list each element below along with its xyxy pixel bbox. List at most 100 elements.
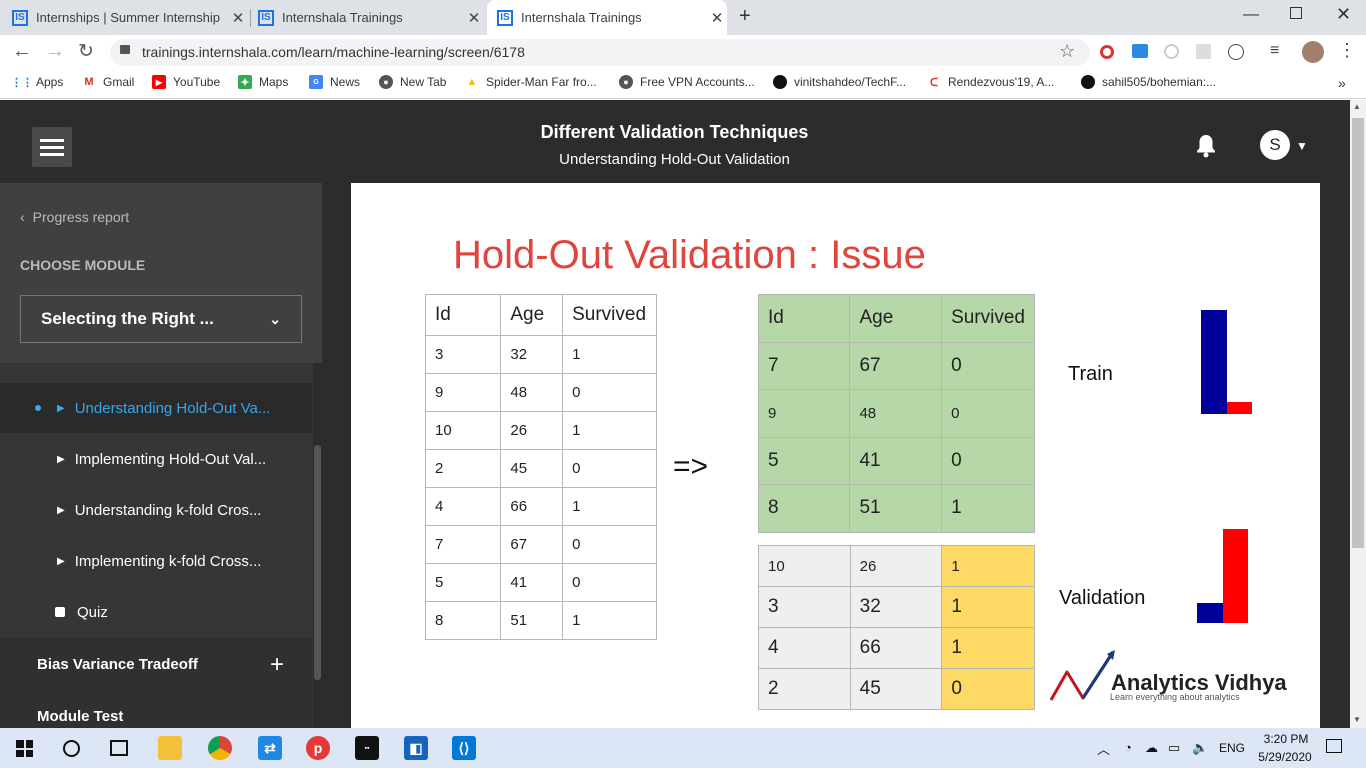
module-bias-variance[interactable]: Bias Variance Tradeoff — [37, 656, 198, 673]
close-window-icon[interactable]: ✕ — [1336, 4, 1351, 25]
choose-module-label: CHOOSE MODULE — [20, 257, 146, 273]
table-row: 8 51 1 — [424, 601, 657, 640]
language-indicator[interactable]: ENG — [1219, 741, 1245, 755]
table-row: 7 67 0 — [424, 525, 657, 564]
bookmark-apps[interactable]: ⋮⋮ Apps — [11, 75, 63, 89]
wifi-icon[interactable]: ◔ — [1124, 740, 1132, 755]
cloud-icon[interactable]: ☁ — [1145, 740, 1158, 756]
drive-icon: ▲ — [466, 76, 478, 88]
windows-start-icon[interactable] — [16, 740, 33, 757]
bookmark-free-vpn[interactable]: ● Free VPN Accounts... — [619, 75, 755, 89]
chrome-icon[interactable] — [208, 736, 232, 760]
vscode-icon[interactable]: ⟨⟩ — [452, 736, 476, 760]
bookmark-spider-man[interactable]: ▲ Spider-Man Far fro... — [465, 75, 597, 89]
validation-class0-bar — [1197, 603, 1223, 623]
module-dropdown[interactable]: Selecting the Right ... ⌄ — [20, 295, 302, 343]
sidebar-scrollbar-thumb[interactable] — [314, 445, 321, 680]
task-view-icon[interactable] — [110, 740, 128, 756]
internshala-favicon-icon: IS — [12, 9, 28, 26]
new-tab-icon[interactable]: + — [739, 5, 751, 28]
page-subtitle: Understanding Hold-Out Validation — [559, 151, 790, 168]
back-icon[interactable]: ← — [12, 40, 32, 63]
reading-list-icon[interactable]: ≡ — [1270, 42, 1279, 60]
bookmark-maps[interactable]: ✦ Maps — [238, 75, 288, 89]
forward-icon[interactable]: → — [45, 40, 65, 63]
bookmark-star-icon[interactable]: ☆ — [1059, 41, 1075, 62]
close-tab-icon[interactable]: ✕ — [228, 9, 248, 27]
module-test[interactable]: Module Test — [37, 708, 123, 725]
maximize-icon[interactable] — [1290, 7, 1302, 19]
bookmark-new-tab[interactable]: ● New Tab — [379, 75, 446, 89]
chrome-menu-icon[interactable]: ⋮ — [1338, 40, 1356, 61]
bell-icon[interactable] — [1196, 134, 1216, 158]
github-icon — [1081, 75, 1095, 89]
minimize-icon[interactable]: — — [1243, 6, 1259, 24]
internshala-favicon-icon: IS — [258, 9, 274, 26]
notifications-icon[interactable] — [1326, 739, 1342, 753]
battery-icon[interactable]: ▭ — [1168, 740, 1180, 756]
profile-avatar[interactable] — [1302, 41, 1324, 63]
file-explorer-icon[interactable] — [158, 736, 182, 760]
extension-icon[interactable] — [1196, 44, 1211, 59]
bookmark-news[interactable]: G News — [309, 75, 360, 89]
tab-trainings-active[interactable]: IS Internshala Trainings ✕ — [487, 0, 727, 35]
chevron-up-icon[interactable]: ︿ — [1097, 739, 1110, 758]
scroll-down-icon[interactable]: ▼ — [1353, 715, 1361, 724]
bookmark-rendezvous[interactable]: ᑕ Rendezvous'19, A... — [927, 75, 1054, 89]
play-icon: ▶ — [57, 453, 65, 465]
page-title: Different Validation Techniques — [540, 122, 809, 142]
table-row: 7 67 0 — [757, 341, 1035, 390]
page-scrollbar-thumb[interactable] — [1352, 118, 1364, 548]
user-avatar[interactable]: S — [1260, 130, 1290, 160]
github-icon — [773, 75, 787, 89]
close-tab-icon[interactable]: ✕ — [707, 9, 727, 27]
table-row: 3 32 1 — [424, 335, 657, 374]
train-class1-bar — [1227, 402, 1252, 414]
hamburger-menu-icon[interactable] — [32, 127, 72, 167]
table-header-row: Id Age Survived — [424, 294, 657, 336]
extension-icon[interactable] — [1132, 44, 1148, 58]
search-icon[interactable] — [63, 740, 80, 757]
tab-internships[interactable]: IS Internships | Summer Internship ✕ — [12, 0, 248, 35]
tab-trainings[interactable]: IS Internshala Trainings ✕ — [258, 0, 484, 35]
app-icon[interactable]: ⇄ — [258, 736, 282, 760]
bookmark-gmail[interactable]: M Gmail — [82, 75, 134, 89]
gmail-icon: M — [84, 76, 94, 88]
globe-icon: ● — [619, 75, 633, 89]
sidebar-item-quiz[interactable]: Quiz — [0, 587, 312, 637]
sidebar-item-implementing-kfold[interactable]: ▶ Implementing k-fold Cross... — [0, 536, 312, 586]
progress-report-link[interactable]: ‹ Progress report — [20, 209, 129, 225]
reload-icon[interactable]: ↻ — [78, 40, 94, 63]
pocket-icon[interactable]: p — [306, 736, 330, 760]
bookmarks-overflow-icon[interactable]: » — [1338, 75, 1346, 91]
sidebar-item-understanding-hold-out[interactable]: ▶ Understanding Hold-Out Va... — [0, 383, 312, 433]
close-tab-icon[interactable]: ✕ — [464, 9, 484, 27]
table-header-row: Id Age Survived — [757, 294, 1035, 343]
volume-icon[interactable]: 🔈 — [1192, 740, 1208, 756]
extension-icon[interactable] — [1228, 44, 1244, 60]
validation-table: 10 26 1 3 32 1 4 66 1 2 45 0 — [758, 545, 1035, 710]
split-arrow: => — [673, 450, 709, 483]
app-icon[interactable]: ◧ — [404, 736, 428, 760]
internshala-favicon-icon: IS — [497, 9, 513, 26]
table-row: 2 45 0 — [424, 449, 657, 488]
bookmark-bohemian[interactable]: sahil505/bohemian:... — [1081, 75, 1216, 89]
sidebar-item-understanding-kfold[interactable]: ▶ Understanding k-fold Cros... — [0, 485, 312, 535]
bookmark-youtube[interactable]: ▶ YouTube — [152, 75, 220, 89]
table-row: 4 66 1 — [424, 487, 657, 526]
validation-label: Validation — [1059, 587, 1146, 609]
tab-separator — [250, 9, 251, 27]
expand-plus-icon[interactable]: + — [270, 651, 284, 679]
youtube-icon: ▶ — [152, 75, 166, 89]
terminal-icon[interactable]: ▪▪ — [355, 736, 379, 760]
scroll-up-icon[interactable]: ▲ — [1353, 102, 1361, 111]
bookmark-techf[interactable]: vinitshahdeo/TechF... — [773, 75, 906, 89]
clock-date[interactable]: 5/29/2020 — [1252, 750, 1318, 764]
url-text[interactable]: trainings.internshala.com/learn/machine-… — [142, 44, 525, 60]
extension-icon[interactable] — [1164, 44, 1179, 59]
extension-icon[interactable] — [1100, 45, 1114, 59]
sidebar-item-implementing-hold-out[interactable]: ▶ Implementing Hold-Out Val... — [0, 434, 312, 484]
table-row: 8 51 1 — [757, 484, 1035, 533]
chevron-down-icon[interactable]: ▼ — [1296, 139, 1308, 153]
clock-time[interactable]: 3:20 PM — [1255, 732, 1317, 746]
